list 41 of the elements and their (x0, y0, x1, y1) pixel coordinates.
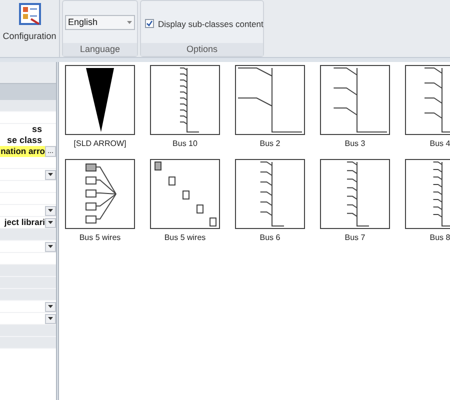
symbol-label: Bus 4 (430, 138, 450, 150)
wires-drawing (86, 164, 116, 224)
gallery-item[interactable]: Bus 2 (235, 65, 305, 150)
group-label: Language (63, 43, 137, 56)
symbol-label: Bus 2 (260, 138, 280, 150)
panel-header (0, 84, 56, 100)
caret-icon (127, 21, 132, 24)
property-text: se class (6, 135, 43, 146)
symbol-label: Bus 5 wires (164, 232, 206, 244)
checkbox[interactable] (145, 19, 154, 28)
language-dropdown[interactable]: English (65, 15, 135, 30)
gallery-item[interactable]: Bus 10 (150, 65, 220, 150)
property-value[interactable]: nation arro (0, 146, 45, 157)
bus-drawing (432, 162, 450, 226)
symbol-label: Bus 10 (172, 138, 198, 150)
configuration-button[interactable]: Configuration (0, 0, 60, 57)
symbol-label: [SLD ARROW] (74, 138, 126, 150)
symbol-label: Bus 6 (260, 232, 280, 244)
symbol-label: Bus 8 (430, 232, 450, 244)
bus-drawing (424, 68, 450, 132)
bus-drawing (346, 162, 370, 226)
gallery-item[interactable]: Bus 7 (320, 159, 390, 244)
bus-drawing (260, 162, 284, 226)
gallery-item[interactable]: Bus 8 (405, 159, 450, 244)
property-text: ss (30, 124, 43, 135)
symbol-label: Bus 5 wires (79, 232, 121, 244)
group-label: Options (141, 43, 263, 56)
symbol-label: Bus 3 (344, 138, 366, 150)
configuration-icon (18, 3, 40, 25)
bus-drawing (333, 68, 388, 132)
gallery-item[interactable]: Bus 3 (320, 65, 390, 150)
gallery-item[interactable]: Bus 6 (235, 159, 305, 244)
property-value: ject librari (3, 217, 45, 228)
gallery-item[interactable]: Bus 5 wires (65, 159, 135, 244)
triangle-drawing (86, 68, 114, 132)
symbol-label: Bus 7 (344, 232, 366, 244)
gallery-item[interactable]: [SLD ARROW] (65, 65, 135, 150)
bus-drawing (180, 68, 200, 132)
gallery-item[interactable]: Bus 4 (405, 65, 450, 150)
gallery-item[interactable]: Bus 5 wires (150, 159, 220, 244)
checkbox-label: Display sub-classes content (158, 19, 264, 29)
